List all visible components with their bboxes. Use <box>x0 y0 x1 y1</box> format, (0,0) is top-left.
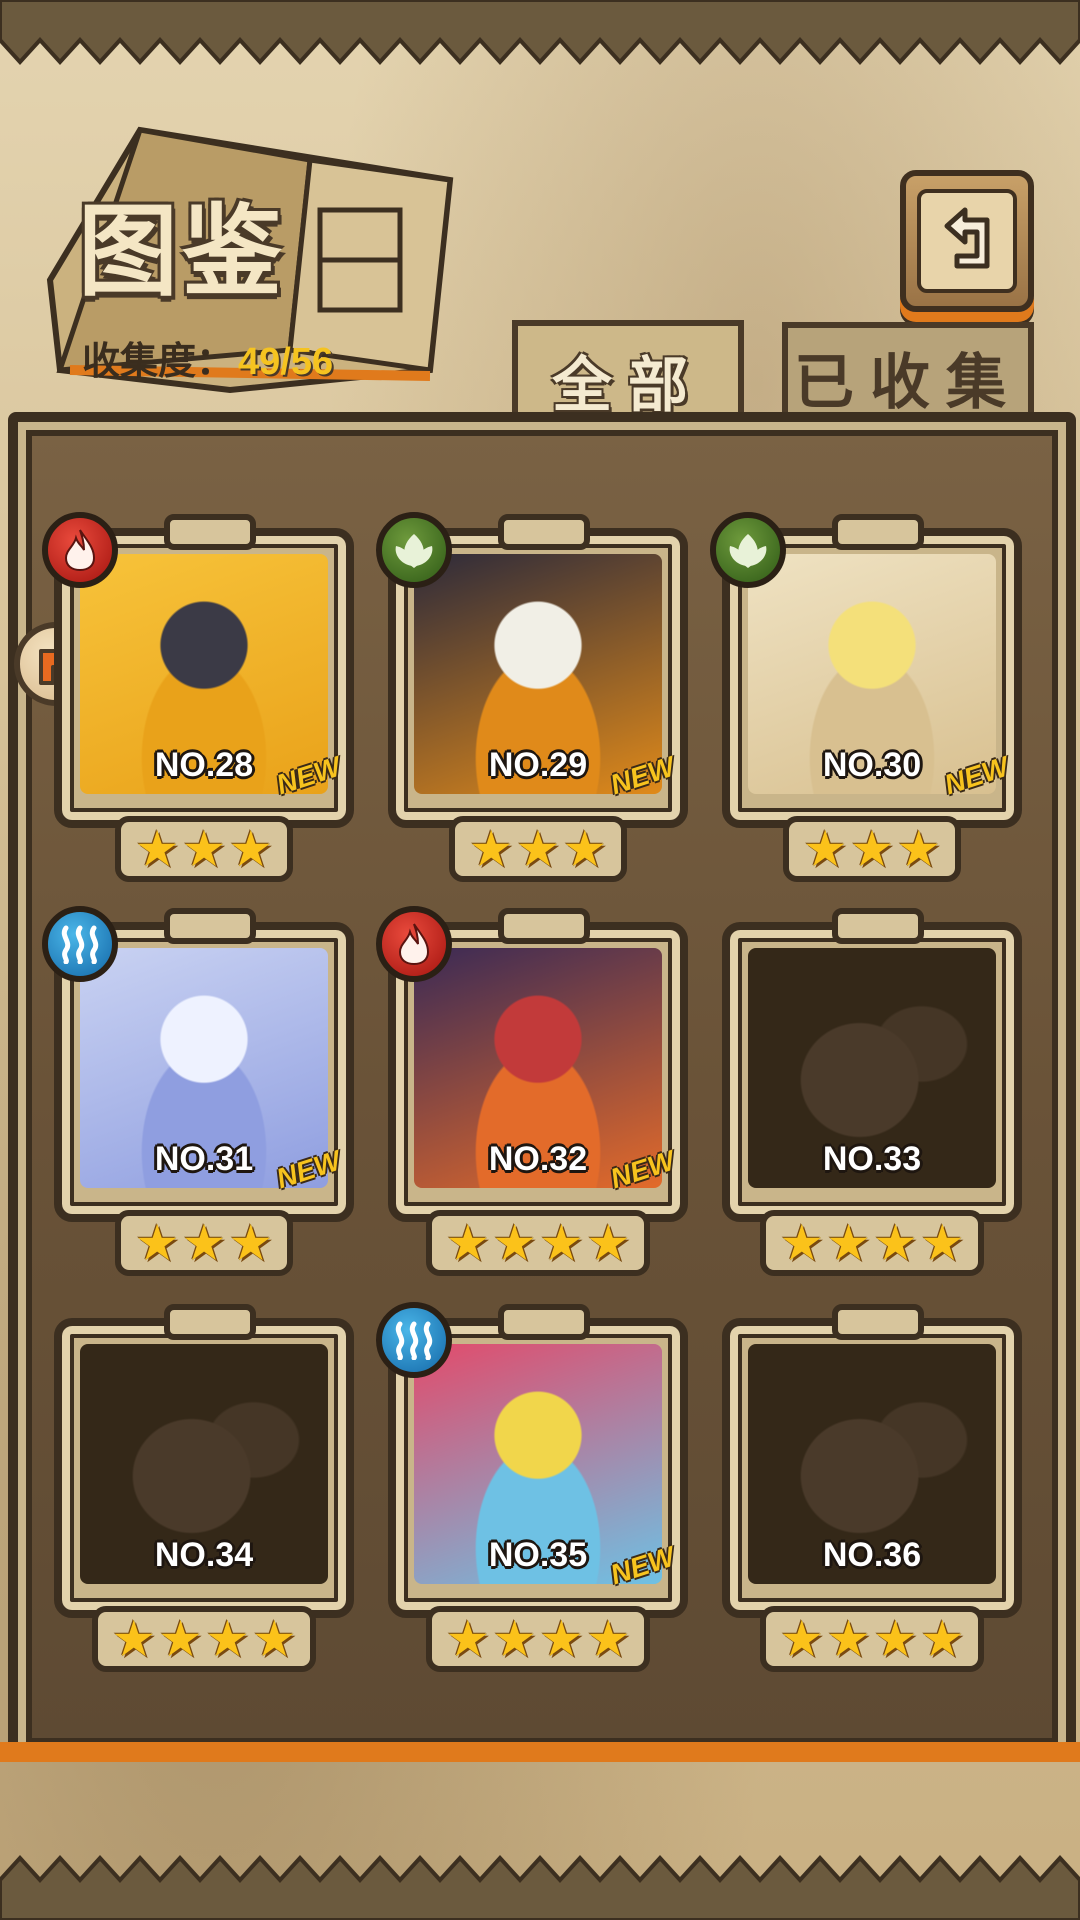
water-element-icon <box>376 1302 452 1378</box>
collection-value: 49/56 <box>238 341 334 383</box>
star-icon: ★ <box>468 821 514 877</box>
star-rating: ★ ★ ★ ★ <box>760 1606 984 1672</box>
bottom-zigzag-border <box>0 1855 1080 1920</box>
star-rating: ★ ★ ★ <box>783 816 961 882</box>
card-number: NO.34 <box>154 1536 254 1574</box>
collection-label: 收集度： <box>82 341 235 383</box>
card-number: NO.36 <box>822 1536 922 1574</box>
star-icon: ★ <box>873 1215 918 1271</box>
star-rating: ★ ★ ★ ★ <box>92 1606 316 1672</box>
star-icon: ★ <box>919 1611 965 1667</box>
star-icon: ★ <box>826 1215 871 1271</box>
star-icon: ★ <box>539 1215 584 1271</box>
character-card[interactable]: NO.30 NEW ★ ★ ★ <box>710 512 1022 888</box>
star-icon: ★ <box>585 1611 631 1667</box>
star-icon: ★ <box>228 821 274 877</box>
back-button[interactable] <box>900 170 1034 312</box>
star-icon: ★ <box>445 1215 491 1271</box>
collection-progress: 收集度： 49/56 <box>82 330 333 385</box>
star-icon: ★ <box>134 821 180 877</box>
star-rating: ★ ★ ★ ★ <box>426 1210 650 1276</box>
top-zigzag-border <box>0 0 1080 65</box>
star-icon: ★ <box>445 1611 491 1667</box>
character-card[interactable]: NO.31 NEW ★ ★ ★ <box>42 906 354 1282</box>
card-top-ornament <box>164 908 256 944</box>
card-top-ornament <box>832 514 924 550</box>
star-rating: ★ ★ ★ <box>115 1210 293 1276</box>
card-top-ornament <box>832 908 924 944</box>
star-icon: ★ <box>802 821 848 877</box>
character-card[interactable]: NO.35 NEW ★ ★ ★ ★ <box>376 1302 688 1678</box>
star-icon: ★ <box>779 1215 825 1271</box>
character-card[interactable]: NO.32 NEW ★ ★ ★ ★ <box>376 906 688 1282</box>
card-top-ornament <box>164 514 256 550</box>
star-icon: ★ <box>562 821 608 877</box>
card-top-ornament <box>498 1304 590 1340</box>
tab-collected[interactable]: 已收集 <box>782 322 1034 426</box>
star-icon: ★ <box>849 821 895 877</box>
star-rating: ★ ★ ★ <box>115 816 293 882</box>
star-icon: ★ <box>779 1611 825 1667</box>
character-card[interactable]: NO.33 ★ ★ ★ ★ <box>722 908 1022 1282</box>
star-icon: ★ <box>896 821 942 877</box>
leaf-element-icon <box>710 512 786 588</box>
panel-bottom-accent <box>0 1742 1080 1762</box>
star-icon: ★ <box>228 1215 274 1271</box>
star-icon: ★ <box>158 1611 203 1667</box>
character-card[interactable]: NO.28 NEW ★ ★ ★ <box>42 512 354 888</box>
water-element-icon <box>42 906 118 982</box>
star-icon: ★ <box>492 1611 537 1667</box>
star-icon: ★ <box>181 821 227 877</box>
fire-element-icon <box>376 906 452 982</box>
star-icon: ★ <box>181 1215 227 1271</box>
star-icon: ★ <box>539 1611 584 1667</box>
character-card[interactable]: NO.36 ★ ★ ★ ★ <box>722 1304 1022 1678</box>
leaf-element-icon <box>376 512 452 588</box>
star-icon: ★ <box>826 1611 871 1667</box>
back-button-face <box>917 189 1017 293</box>
character-card[interactable]: NO.34 ★ ★ ★ ★ <box>54 1304 354 1678</box>
star-icon: ★ <box>134 1215 180 1271</box>
card-top-ornament <box>498 514 590 550</box>
card-top-ornament <box>164 1304 256 1340</box>
star-icon: ★ <box>251 1611 297 1667</box>
star-icon: ★ <box>585 1215 631 1271</box>
star-rating: ★ ★ ★ <box>449 816 627 882</box>
card-top-ornament <box>498 908 590 944</box>
star-icon: ★ <box>919 1215 965 1271</box>
character-card[interactable]: NO.29 NEW ★ ★ ★ <box>376 512 688 888</box>
card-top-ornament <box>832 1304 924 1340</box>
star-icon: ★ <box>873 1611 918 1667</box>
card-number: NO.33 <box>822 1140 922 1178</box>
star-icon: ★ <box>111 1611 157 1667</box>
page-title: 图鉴 <box>78 196 286 308</box>
star-icon: ★ <box>515 821 561 877</box>
fire-element-icon <box>42 512 118 588</box>
star-icon: ★ <box>492 1215 537 1271</box>
star-rating: ★ ★ ★ ★ <box>426 1606 650 1672</box>
return-arrow-icon <box>944 207 990 269</box>
star-rating: ★ ★ ★ ★ <box>760 1210 984 1276</box>
star-icon: ★ <box>205 1611 250 1667</box>
